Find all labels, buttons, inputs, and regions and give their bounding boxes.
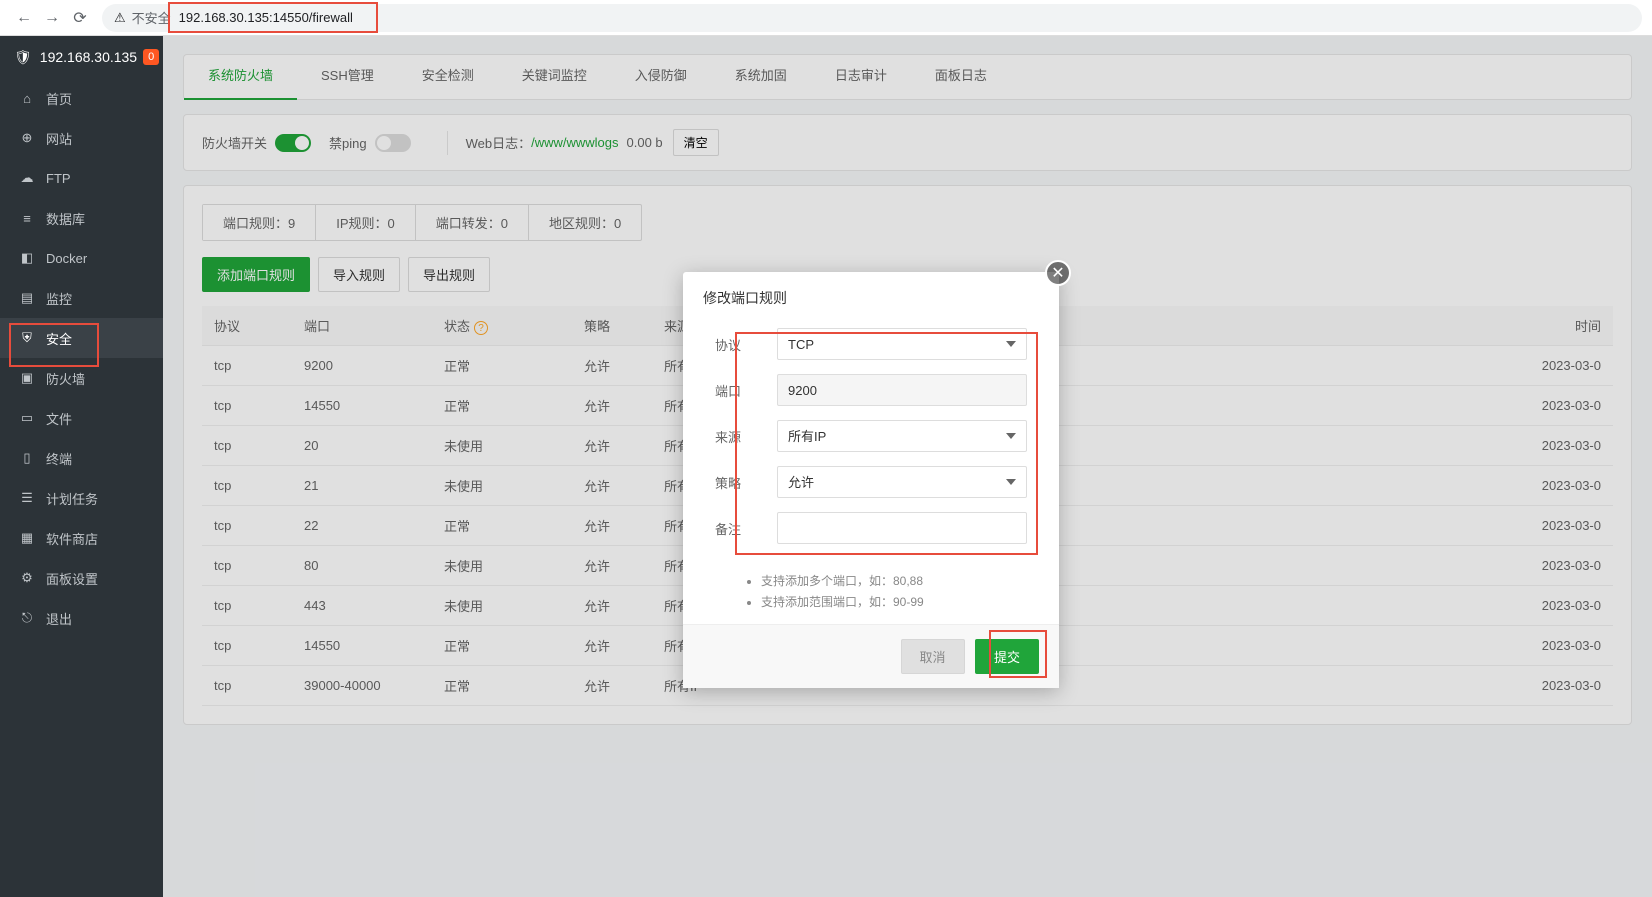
sidebar-item-website[interactable]: ⊕ 网站 <box>0 118 163 158</box>
monitor-icon: ▤ <box>18 289 36 307</box>
browser-bar: ← → ⟳ ⚠ 不安全 192.168.30.135:14550/firewal… <box>0 0 1652 36</box>
sidebar-item-label: 计划任务 <box>46 489 98 508</box>
sidebar-item-logout[interactable]: ⎋ 退出 <box>0 598 163 638</box>
proto-label: 协议 <box>715 335 777 354</box>
sidebar-item-label: 网站 <box>46 129 72 148</box>
terminal-icon: ▯ <box>18 449 36 467</box>
ftp-icon: ☁ <box>18 169 36 187</box>
policy-label: 策略 <box>715 473 777 492</box>
task-icon: ☰ <box>18 489 36 507</box>
port-label: 端口 <box>715 381 777 400</box>
proto-select[interactable]: TCP <box>777 328 1027 360</box>
sidebar-item-label: 文件 <box>46 409 72 428</box>
shield-icon: ⛨ <box>18 329 36 347</box>
sidebar-item-label: 监控 <box>46 289 72 308</box>
sidebar-item-cron[interactable]: ☰ 计划任务 <box>0 478 163 518</box>
sidebar-item-ftp[interactable]: ☁ FTP <box>0 158 163 198</box>
url-bar[interactable]: ⚠ 不安全 192.168.30.135:14550/firewall <box>102 4 1642 32</box>
home-icon: ⌂ <box>18 89 36 107</box>
modal-close-button[interactable]: ✕ <box>1045 260 1071 286</box>
source-label: 来源 <box>715 427 777 446</box>
remark-input[interactable] <box>777 512 1027 544</box>
hint-item: 支持添加范围端口，如：90-99 <box>761 593 1027 610</box>
sidebar-item-label: 终端 <box>46 449 72 468</box>
sidebar-item-terminal[interactable]: ▯ 终端 <box>0 438 163 478</box>
sidebar-item-label: 数据库 <box>46 209 85 228</box>
folder-icon: ▭ <box>18 409 36 427</box>
hint-item: 支持添加多个端口，如：80,88 <box>761 572 1027 589</box>
insecure-label: 不安全 <box>132 8 171 27</box>
sidebar-item-database[interactable]: ≡ 数据库 <box>0 198 163 238</box>
sidebar-item-docker[interactable]: ◧ Docker <box>0 238 163 278</box>
notification-badge: 0 <box>143 49 159 65</box>
host-label: 192.168.30.135 <box>40 49 137 65</box>
modal-hints: 支持添加多个端口，如：80,88 支持添加范围端口，如：90-99 <box>683 572 1059 624</box>
sidebar-item-firewall[interactable]: ▣ 防火墙 <box>0 358 163 398</box>
edit-port-rule-modal: ✕ 修改端口规则 协议 TCP 端口 来源 所有IP 策略 允许 备注 支持添加… <box>683 272 1059 688</box>
submit-button[interactable]: 提交 <box>975 639 1039 674</box>
sidebar-item-label: 防火墙 <box>46 369 85 388</box>
forward-button[interactable]: → <box>38 4 66 32</box>
sidebar-item-label: 面板设置 <box>46 569 98 588</box>
back-button[interactable]: ← <box>10 4 38 32</box>
sidebar-item-label: 安全 <box>46 329 72 348</box>
remark-label: 备注 <box>715 519 777 538</box>
sidebar-item-security[interactable]: ⛨ 安全 <box>0 318 163 358</box>
sidebar-item-label: Docker <box>46 251 87 266</box>
grid-icon: ▦ <box>18 529 36 547</box>
port-input[interactable] <box>777 374 1027 406</box>
sidebar-item-label: 首页 <box>46 89 72 108</box>
warning-icon: ⚠ <box>114 10 126 26</box>
policy-select[interactable]: 允许 <box>777 466 1027 498</box>
modal-title: 修改端口规则 <box>683 272 1059 324</box>
sidebar: 🛡 192.168.30.135 0 ⌂ 首页 ⊕ 网站 ☁ FTP ≡ 数据库 ◧ Do… <box>0 36 163 897</box>
globe-icon: ⊕ <box>18 129 36 147</box>
sidebar-item-store[interactable]: ▦ 软件商店 <box>0 518 163 558</box>
sidebar-item-monitor[interactable]: ▤ 监控 <box>0 278 163 318</box>
sidebar-item-files[interactable]: ▭ 文件 <box>0 398 163 438</box>
sidebar-item-settings[interactable]: ⚙ 面板设置 <box>0 558 163 598</box>
sidebar-item-label: 软件商店 <box>46 529 98 548</box>
exit-icon: ⎋ <box>18 609 36 627</box>
sidebar-item-label: FTP <box>46 171 71 186</box>
shield-icon: 🛡 <box>14 49 32 66</box>
reload-button[interactable]: ⟳ <box>66 4 94 32</box>
firewall-icon: ▣ <box>18 369 36 387</box>
database-icon: ≡ <box>18 209 36 227</box>
sidebar-item-label: 退出 <box>46 609 72 628</box>
sidebar-item-home[interactable]: ⌂ 首页 <box>0 78 163 118</box>
gear-icon: ⚙ <box>18 569 36 587</box>
url-text: 192.168.30.135:14550/firewall <box>179 10 353 25</box>
cancel-button[interactable]: 取消 <box>901 639 965 674</box>
sidebar-header: 🛡 192.168.30.135 0 <box>0 36 163 78</box>
source-select[interactable]: 所有IP <box>777 420 1027 452</box>
docker-icon: ◧ <box>18 249 36 267</box>
